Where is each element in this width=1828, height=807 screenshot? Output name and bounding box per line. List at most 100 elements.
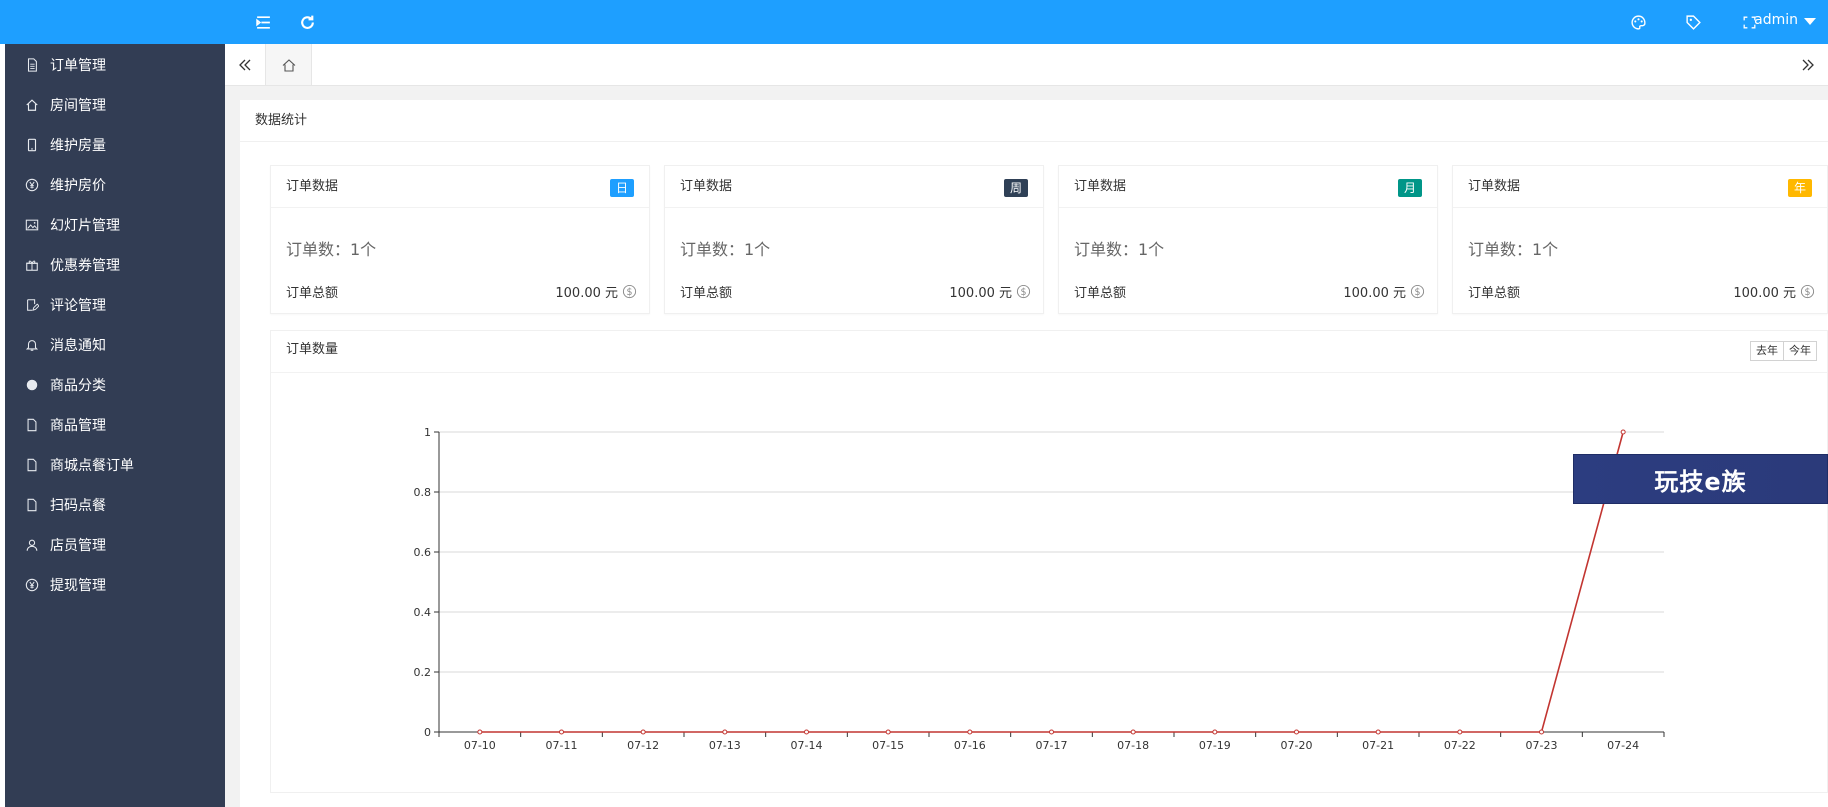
sidebar-item-room-inventory[interactable]: 维护房量 [0,125,225,165]
home-tab[interactable] [265,44,312,85]
x-tick-label: 07-19 [1199,739,1231,752]
x-tick-label: 07-13 [709,739,741,752]
dollar-circle-icon: $ [622,284,637,299]
y-tick-label: 1 [424,426,431,439]
menu-toggle-icon[interactable] [251,10,275,34]
sidebar-item-scan-order[interactable]: 扫码点餐 [0,485,225,525]
user-menu[interactable]: admin [1754,12,1816,28]
data-point [1130,729,1136,735]
data-point [640,729,646,735]
sidebar-item-room-price[interactable]: 维护房价 [0,165,225,205]
sidebar-item-label: 提现管理 [50,578,106,594]
period-badge: 周 [1003,179,1028,197]
y-tick-label: 0.8 [414,486,432,499]
period-badge: 年 [1787,179,1812,197]
x-tick-label: 07-10 [464,739,496,752]
sidebar-item-label: 订单管理 [50,58,106,74]
yen-circle-icon [24,177,40,193]
last-year-button[interactable]: 去年 [1750,341,1784,361]
sidebar-item-withdrawal[interactable]: 提现管理 [0,565,225,605]
total-amount: 100.00 元 [1343,286,1406,301]
x-tick-label: 07-24 [1607,739,1639,752]
x-tick-label: 07-21 [1362,739,1394,752]
panel-title: 数据统计 [240,100,1828,142]
order-count: 订单数：1个 [1468,240,1559,259]
watermark-logo: 玩技e族 [1573,454,1828,504]
dollar-circle-icon: $ [1016,284,1031,299]
sidebar-item-comments[interactable]: 评论管理 [0,285,225,325]
dollar-circle-icon: $ [1410,284,1425,299]
data-point [1375,729,1381,735]
refresh-icon[interactable] [295,10,319,34]
sidebar-item-label: 消息通知 [50,338,106,354]
data-point [1049,729,1054,735]
sidebar-item-slides[interactable]: 幻灯片管理 [0,205,225,245]
document-icon [24,57,40,73]
data-point [967,729,973,735]
x-tick-label: 07-12 [627,739,659,752]
sidebar-menu: 订单管理 房间管理 维护房量 维护房价 幻灯片管理 优惠券管理 评论管理 消息通… [0,44,225,605]
home-icon [24,97,40,113]
sidebar-item-rooms[interactable]: 房间管理 [0,85,225,125]
top-header: admin [225,0,1828,44]
total-label: 订单总额 [1074,286,1127,301]
y-tick-label: 0 [424,726,431,739]
order-chart-panel: 订单数量 去年 今年 0 0.2 0.4 0.6 0.8 1 07-10 07-11 07-12… [270,330,1828,793]
total-amount: 100.00 元 [949,286,1012,301]
y-tick-label: 0.6 [414,546,432,559]
sidebar-item-categories[interactable]: 商品分类 [0,365,225,405]
card-title: 订单数据 [680,179,733,194]
stat-card-month: 订单数据 月 订单数：1个 订单总额 100.00 元 $ [1058,165,1438,314]
total-amount: 100.00 元 [555,286,618,301]
period-badge: 日 [609,179,634,197]
sidebar-item-label: 扫码点餐 [50,498,106,514]
sidebar-item-shop-orders[interactable]: 商城点餐订单 [0,445,225,485]
total-amount: 100.00 元 [1733,286,1796,301]
y-tick-label: 0.4 [414,606,432,619]
theme-palette-icon[interactable] [1626,10,1650,34]
data-point [1620,429,1626,435]
sidebar-item-label: 优惠券管理 [50,258,120,274]
scroll-right-icon[interactable] [1788,44,1828,85]
svg-text:$: $ [1415,287,1421,298]
file-icon [24,417,40,433]
stat-card-week: 订单数据 周 订单数：1个 订单总额 100.00 元 $ [664,165,1044,314]
sidebar-item-label: 维护房价 [50,178,106,194]
data-point [477,729,483,735]
data-point [885,729,891,735]
x-tick-label: 07-14 [791,739,823,752]
sidebar-item-label: 幻灯片管理 [50,218,120,234]
sidebar-item-label: 房间管理 [50,98,106,114]
order-count: 订单数：1个 [286,240,377,259]
y-tick-label: 0.2 [414,666,432,679]
bell-icon [24,337,40,353]
this-year-button[interactable]: 今年 [1784,341,1817,361]
tablet-icon [24,137,40,153]
x-tick-label: 07-16 [954,739,986,752]
sidebar-item-products[interactable]: 商品管理 [0,405,225,445]
chart-panel-title: 订单数量 [286,342,339,357]
sidebar-item-label: 维护房量 [50,138,106,154]
period-badge: 月 [1397,179,1422,197]
scroll-left-icon[interactable] [225,44,265,85]
edit-icon [24,297,40,313]
stat-card-day: 订单数据 日 订单数：1个 订单总额 100.00 元 $ [270,165,650,314]
svg-text:$: $ [627,287,633,298]
x-tick-label: 07-11 [546,739,578,752]
sidebar-item-label: 商品分类 [50,378,106,394]
sidebar-logo-area [0,0,225,44]
sidebar-item-label: 店员管理 [50,538,106,554]
x-tick-label: 07-15 [872,739,904,752]
sidebar-item-notifications[interactable]: 消息通知 [0,325,225,365]
sidebar-item-orders[interactable]: 订单管理 [0,45,225,85]
order-count: 订单数：1个 [680,240,771,259]
file-icon [24,457,40,473]
user-icon [24,537,40,553]
circle-icon [24,377,40,393]
svg-text:$: $ [1805,287,1811,298]
x-tick-label: 07-23 [1526,739,1558,752]
tag-icon[interactable] [1681,10,1705,34]
order-line-chart: 0 0.2 0.4 0.6 0.8 1 07-10 07-11 07-12 07-13 07-14 0… [414,426,1665,752]
sidebar-item-coupons[interactable]: 优惠券管理 [0,245,225,285]
sidebar-item-staff[interactable]: 店员管理 [0,525,225,565]
